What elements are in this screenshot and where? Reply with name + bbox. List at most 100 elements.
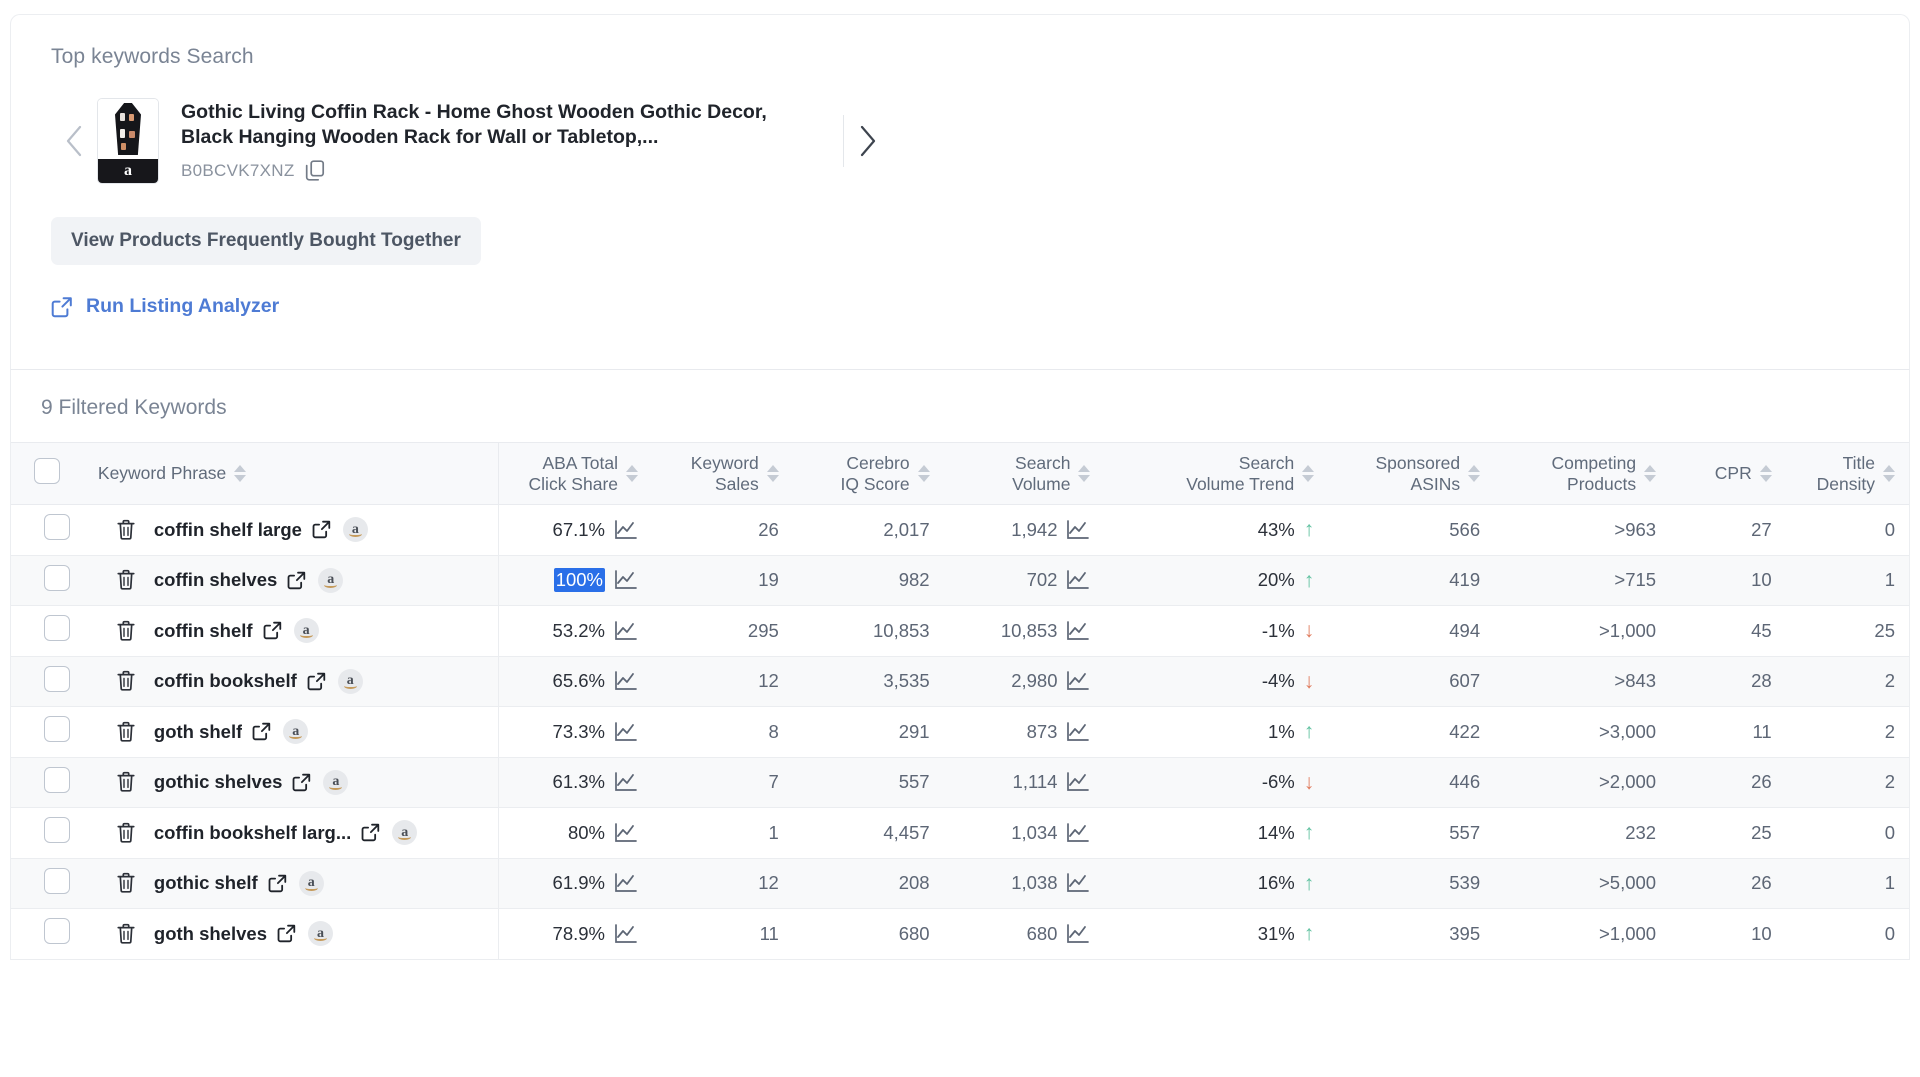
delete-keyword-button[interactable] — [98, 569, 154, 591]
table-row[interactable]: gothic shelvesa61.3%75571,114-6%↓446>2,0… — [11, 757, 1909, 808]
amazon-icon[interactable]: a — [323, 770, 348, 795]
delete-keyword-button[interactable] — [98, 822, 154, 844]
table-row[interactable]: goth shelvesa78.9%1168068031%↑395>1,0001… — [11, 909, 1909, 960]
sparkline-icon[interactable] — [1066, 771, 1090, 793]
sparkline-icon[interactable] — [614, 670, 638, 692]
row-checkbox[interactable] — [44, 565, 70, 591]
row-checkbox[interactable] — [44, 817, 70, 843]
sparkline-icon[interactable] — [1066, 519, 1090, 541]
table-row[interactable]: coffin bookshelf larg...a80%14,4571,0341… — [11, 808, 1909, 859]
amazon-icon[interactable]: a — [318, 568, 343, 593]
row-checkbox[interactable] — [44, 767, 70, 793]
header-cerebro-iq-score[interactable]: Cerebro IQ Score — [793, 443, 944, 505]
open-keyword-external-icon[interactable] — [277, 924, 296, 943]
trend-down-icon: ↓ — [1304, 671, 1315, 692]
cell-aba-value: 100% — [554, 568, 605, 592]
header-search-volume[interactable]: Search Volume — [944, 443, 1105, 505]
sparkline-icon[interactable] — [614, 771, 638, 793]
select-all-checkbox[interactable] — [34, 458, 60, 484]
header-title-density[interactable]: Title Density — [1786, 443, 1909, 505]
sparkline-icon[interactable] — [614, 569, 638, 591]
sort-icon-search-volume[interactable] — [1078, 465, 1090, 482]
header-aba-total-click-share[interactable]: ABA Total Click Share — [499, 443, 652, 505]
delete-keyword-button[interactable] — [98, 923, 154, 945]
delete-keyword-button[interactable] — [98, 519, 154, 541]
sort-icon-sponsored-asins[interactable] — [1468, 465, 1480, 482]
table-row[interactable]: goth shelfa73.3%82918731%↑422>3,000112 — [11, 707, 1909, 758]
sort-icon-competing-products[interactable] — [1644, 465, 1656, 482]
table-row[interactable]: coffin shelfa53.2%29510,85310,853-1%↓494… — [11, 606, 1909, 657]
sort-icon-cerebro-iq[interactable] — [918, 465, 930, 482]
sparkline-icon[interactable] — [614, 923, 638, 945]
delete-keyword-button[interactable] — [98, 670, 154, 692]
row-checkbox[interactable] — [44, 514, 70, 540]
search-volume-value: 1,034 — [1011, 822, 1057, 844]
cell-competing-products: >1,000 — [1494, 909, 1670, 960]
sparkline-icon[interactable] — [614, 822, 638, 844]
sparkline-icon[interactable] — [1066, 923, 1090, 945]
row-checkbox[interactable] — [44, 615, 70, 641]
sort-icon-keyword-sales[interactable] — [767, 465, 779, 482]
table-row[interactable]: gothic shelfa61.9%122081,03816%↑539>5,00… — [11, 858, 1909, 909]
amazon-icon[interactable]: a — [343, 517, 368, 542]
open-keyword-external-icon[interactable] — [312, 520, 331, 539]
sparkline-icon[interactable] — [1066, 569, 1090, 591]
delete-keyword-button[interactable] — [98, 721, 154, 743]
table-row[interactable]: coffin bookshelfa65.6%123,5352,980-4%↓60… — [11, 656, 1909, 707]
cell-search-volume: 1,034 — [944, 808, 1105, 859]
cell-search-volume: 1,038 — [944, 858, 1105, 909]
view-frequently-bought-together-button[interactable]: View Products Frequently Bought Together — [51, 217, 481, 265]
delete-keyword-button[interactable] — [98, 872, 154, 894]
header-cpr[interactable]: CPR — [1670, 443, 1786, 505]
sort-icon-keyword-phrase[interactable] — [234, 465, 246, 482]
delete-keyword-button[interactable] — [98, 771, 154, 793]
cell-search-volume: 1,114 — [944, 757, 1105, 808]
header-keyword-phrase[interactable]: Keyword Phrase — [84, 443, 499, 505]
open-keyword-external-icon[interactable] — [263, 621, 282, 640]
delete-keyword-button[interactable] — [98, 620, 154, 642]
sparkline-icon[interactable] — [1066, 872, 1090, 894]
amazon-icon[interactable]: a — [338, 669, 363, 694]
sparkline-icon[interactable] — [614, 872, 638, 894]
amazon-icon[interactable]: a — [308, 921, 333, 946]
sparkline-icon[interactable] — [614, 721, 638, 743]
open-keyword-external-icon[interactable] — [268, 874, 287, 893]
sort-icon-aba[interactable] — [626, 465, 638, 482]
header-competing-products[interactable]: Competing Products — [1494, 443, 1670, 505]
trend-up-icon: ↑ — [1304, 822, 1315, 843]
row-checkbox[interactable] — [44, 918, 70, 944]
sort-icon-cpr[interactable] — [1760, 465, 1772, 482]
amazon-icon[interactable]: a — [283, 719, 308, 744]
carousel-next-button[interactable] — [844, 124, 890, 158]
sort-icon-search-volume-trend[interactable] — [1302, 465, 1314, 482]
row-checkbox[interactable] — [44, 666, 70, 692]
row-checkbox[interactable] — [44, 868, 70, 894]
amazon-icon[interactable]: a — [299, 871, 324, 896]
open-keyword-external-icon[interactable] — [287, 571, 306, 590]
sparkline-icon[interactable] — [1066, 822, 1090, 844]
copy-icon[interactable] — [305, 160, 325, 182]
amazon-icon[interactable]: a — [392, 820, 417, 845]
sparkline-icon[interactable] — [614, 620, 638, 642]
open-keyword-external-icon[interactable] — [361, 823, 380, 842]
table-row[interactable]: coffin shelvesa100%1998270220%↑419>71510… — [11, 555, 1909, 606]
trend-down-icon: ↓ — [1304, 620, 1315, 641]
sparkline-icon[interactable] — [1066, 620, 1090, 642]
row-checkbox[interactable] — [44, 716, 70, 742]
run-listing-analyzer-link[interactable]: Run Listing Analyzer — [51, 295, 279, 318]
sparkline-icon[interactable] — [614, 519, 638, 541]
product-thumbnail[interactable]: a — [97, 98, 159, 184]
sort-icon-title-density[interactable] — [1883, 465, 1895, 482]
carousel-prev-button[interactable] — [51, 124, 97, 158]
sparkline-icon[interactable] — [1066, 670, 1090, 692]
header-sponsored-asins[interactable]: Sponsored ASINs — [1328, 443, 1494, 505]
header-search-volume-trend[interactable]: Search Volume Trend — [1104, 443, 1328, 505]
header-search-volume-trend-label: Search Volume Trend — [1186, 453, 1294, 495]
header-keyword-sales[interactable]: Keyword Sales — [652, 443, 793, 505]
sparkline-icon[interactable] — [1066, 721, 1090, 743]
open-keyword-external-icon[interactable] — [307, 672, 326, 691]
open-keyword-external-icon[interactable] — [252, 722, 271, 741]
amazon-icon[interactable]: a — [294, 618, 319, 643]
open-keyword-external-icon[interactable] — [292, 773, 311, 792]
table-row[interactable]: coffin shelf largea67.1%262,0171,94243%↑… — [11, 505, 1909, 556]
